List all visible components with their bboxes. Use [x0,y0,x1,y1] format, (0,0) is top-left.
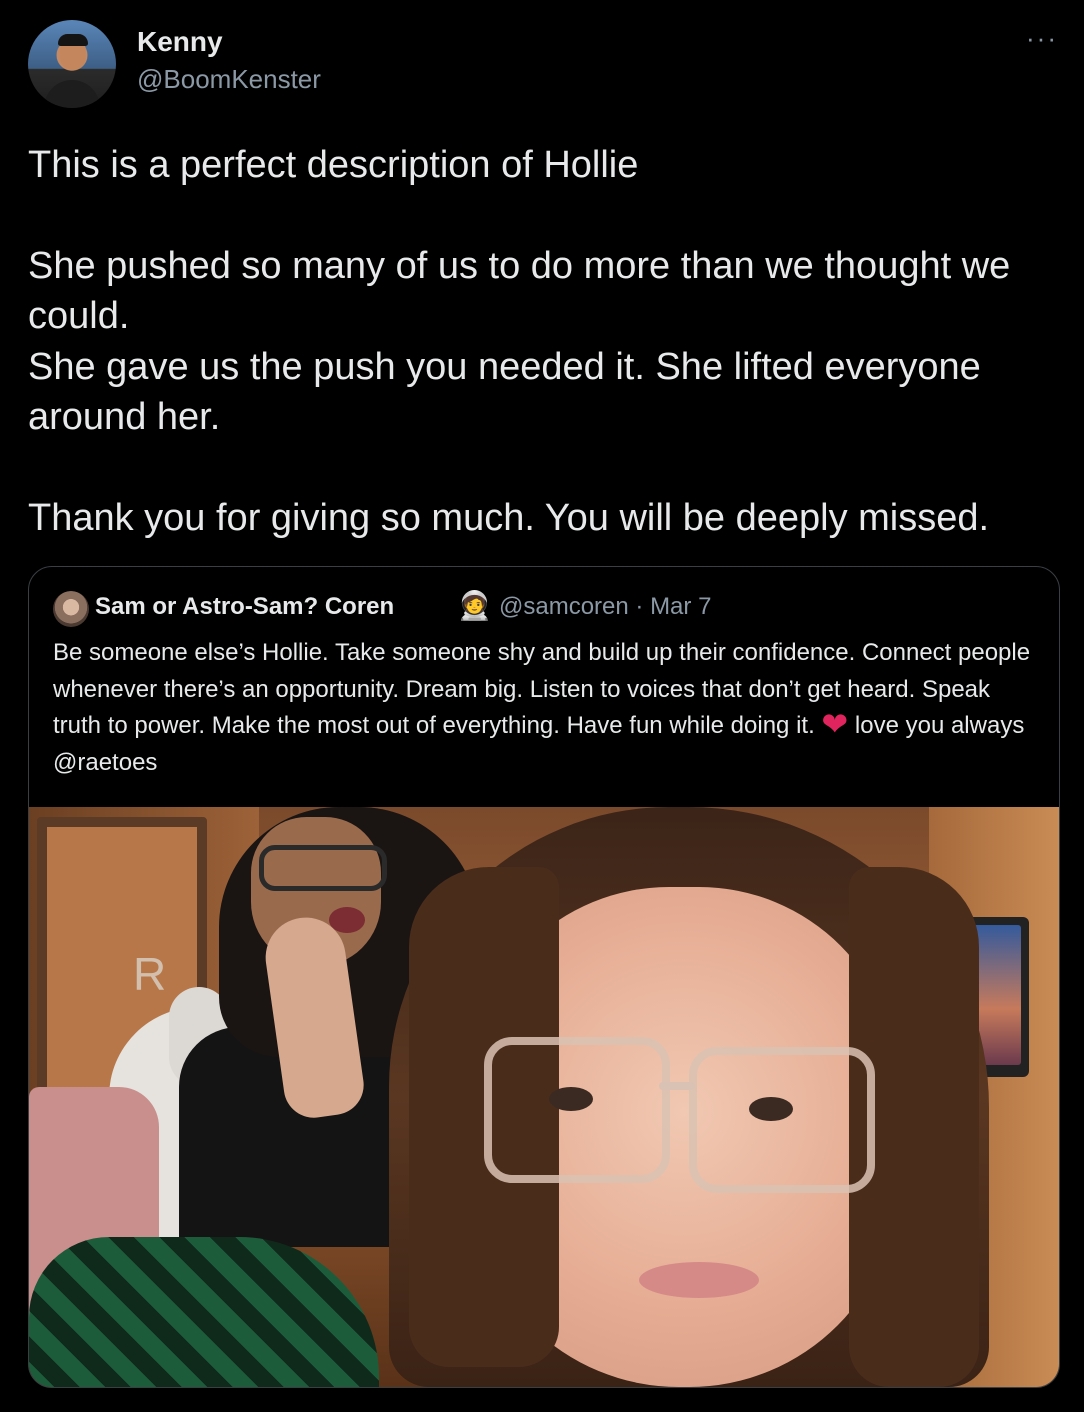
quoted-tweet[interactable]: Sam or Astro-Sam? Coren 🧑‍🚀 @samcoren · … [28,566,1060,1388]
tweet-line: This is a perfect description of Hollie [28,144,639,186]
more-options-icon[interactable]: ··· [1026,25,1058,51]
tweet-line: Thank you for giving so much. You will b… [28,496,990,539]
heart-icon: ❤ [821,706,849,742]
author-avatar[interactable] [28,20,116,108]
tweet-line: She pushed so many of us to do more than… [28,244,1011,338]
photo-person-background-glasses [259,845,387,891]
photo-glasses-right [689,1047,875,1193]
author-handle[interactable]: @BoomKenster [137,64,321,95]
quoted-tweet-text: Be someone else’s Hollie. Take someone s… [53,635,1043,781]
photo-wall-letter: R [133,948,167,1000]
quoted-author-avatar [53,591,89,627]
tweet-line: She gave us the push you needed it. She … [28,345,981,439]
avatar-shirt [44,80,100,108]
tweet-text: This is a perfect description of Hollie … [28,140,1058,543]
photo-glasses-left [484,1037,670,1183]
quoted-tweet-photo[interactable]: R E [29,807,1059,1387]
quoted-author-handle-date: @samcoren · Mar 7 [499,593,712,620]
photo-lips [639,1262,759,1298]
quoted-author-name: Sam or Astro-Sam? Coren [95,593,395,620]
avatar-hair [58,34,88,46]
photo-plaid-shirt [29,1237,379,1387]
astronaut-icon: 🧑‍🚀 [457,590,492,621]
author-name[interactable]: Kenny [137,26,223,58]
photo-glasses-bridge [659,1082,695,1090]
